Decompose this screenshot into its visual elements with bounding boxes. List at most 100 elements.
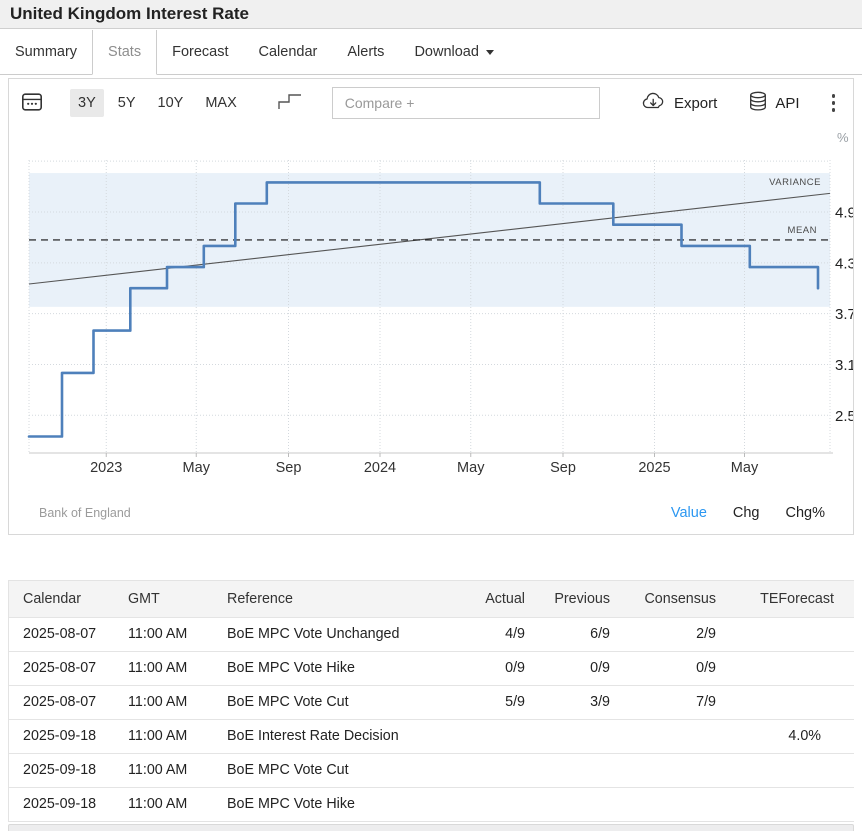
cell-previous <box>531 719 616 753</box>
database-icon <box>749 91 775 116</box>
cell-calendar: 2025-09-18 <box>9 787 122 821</box>
chart-panel: 3Y 5Y 10Y MAX Export <box>8 78 854 535</box>
cell-gmt: 11:00 AM <box>122 617 221 651</box>
cell-consensus: 2/9 <box>616 617 722 651</box>
cell-previous: 6/9 <box>531 617 616 651</box>
export-button[interactable]: Export <box>641 92 717 115</box>
svg-text:2023: 2023 <box>90 460 122 476</box>
source-attribution: Bank of England <box>39 506 131 520</box>
api-button[interactable]: API <box>749 91 799 116</box>
cell-consensus: 0/9 <box>616 651 722 685</box>
table-row[interactable]: 2025-08-0711:00 AMBoE MPC Vote Hike0/90/… <box>9 651 854 685</box>
column-header-teforecast: TEForecast <box>722 581 854 617</box>
next-section-strip <box>8 824 854 831</box>
cell-reference: BoE Interest Rate Decision <box>221 719 467 753</box>
chart-plot[interactable]: VARIANCE MEAN 2023 May Sep 2024 May Sep 2025 May 2… <box>9 127 853 534</box>
cell-reference: BoE MPC Vote Hike <box>221 787 467 821</box>
title-bar: United Kingdom Interest Rate <box>0 0 862 29</box>
tab-download[interactable]: Download <box>399 30 509 74</box>
svg-text:4.3: 4.3 <box>835 255 853 272</box>
range-button-max[interactable]: MAX <box>197 89 244 117</box>
date-range-calendar-button[interactable] <box>17 88 47 118</box>
compare-input[interactable] <box>332 87 600 119</box>
svg-text:May: May <box>183 460 211 476</box>
cell-previous <box>531 787 616 821</box>
cell-teforecast <box>722 651 854 685</box>
svg-text:May: May <box>457 460 485 476</box>
svg-text:2024: 2024 <box>364 460 396 476</box>
column-header-calendar: Calendar <box>9 581 122 617</box>
range-button-10y[interactable]: 10Y <box>150 89 192 117</box>
chart-type-button[interactable] <box>274 90 306 116</box>
tab-alerts[interactable]: Alerts <box>332 30 399 74</box>
calendar-table-panel: Calendar GMT Reference Actual Previous C… <box>8 580 854 822</box>
cell-actual <box>467 719 531 753</box>
chg-link[interactable]: Chg <box>733 505 760 521</box>
cell-actual <box>467 787 531 821</box>
svg-text:2.5: 2.5 <box>835 408 853 425</box>
cell-actual: 0/9 <box>467 651 531 685</box>
table-row[interactable]: 2025-08-0711:00 AMBoE MPC Vote Cut5/93/9… <box>9 685 854 719</box>
cell-actual <box>467 753 531 787</box>
svg-text:Sep: Sep <box>550 460 576 476</box>
tab-bar: Summary Stats Forecast Calendar Alerts D… <box>0 30 862 75</box>
cell-consensus: 7/9 <box>616 685 722 719</box>
chevron-down-icon <box>486 50 494 55</box>
svg-text:MEAN: MEAN <box>788 225 817 236</box>
calendar-table: Calendar GMT Reference Actual Previous C… <box>9 581 854 821</box>
cell-previous: 0/9 <box>531 651 616 685</box>
cell-calendar: 2025-09-18 <box>9 753 122 787</box>
table-row[interactable]: 2025-09-1811:00 AMBoE Interest Rate Deci… <box>9 719 854 753</box>
cell-teforecast <box>722 685 854 719</box>
svg-text:May: May <box>731 460 759 476</box>
svg-text:VARIANCE: VARIANCE <box>769 177 821 188</box>
cell-calendar: 2025-09-18 <box>9 719 122 753</box>
cell-reference: BoE MPC Vote Unchanged <box>221 617 467 651</box>
column-header-consensus: Consensus <box>616 581 722 617</box>
step-line-icon <box>277 92 303 115</box>
cell-reference: BoE MPC Vote Cut <box>221 753 467 787</box>
tab-forecast[interactable]: Forecast <box>157 30 243 74</box>
cell-previous: 3/9 <box>531 685 616 719</box>
cell-calendar: 2025-08-07 <box>9 685 122 719</box>
chg-percent-link[interactable]: Chg% <box>786 505 826 521</box>
cell-teforecast <box>722 617 854 651</box>
footer-links: Value Chg Chg% <box>645 505 825 521</box>
cell-teforecast <box>722 753 854 787</box>
kebab-menu-icon[interactable] <box>826 90 842 115</box>
svg-text:2025: 2025 <box>638 460 670 476</box>
cell-reference: BoE MPC Vote Hike <box>221 651 467 685</box>
range-button-3y[interactable]: 3Y <box>70 89 104 117</box>
svg-text:3.1: 3.1 <box>835 357 853 374</box>
tab-summary[interactable]: Summary <box>0 30 92 74</box>
column-header-reference: Reference <box>221 581 467 617</box>
cell-calendar: 2025-08-07 <box>9 651 122 685</box>
cell-reference: BoE MPC Vote Cut <box>221 685 467 719</box>
cell-consensus <box>616 753 722 787</box>
cloud-download-icon <box>641 92 674 115</box>
table-row[interactable]: 2025-09-1811:00 AMBoE MPC Vote Cut <box>9 753 854 787</box>
range-button-5y[interactable]: 5Y <box>110 89 144 117</box>
svg-text:Sep: Sep <box>276 460 302 476</box>
cell-gmt: 11:00 AM <box>122 685 221 719</box>
cell-actual: 5/9 <box>467 685 531 719</box>
table-header-row: Calendar GMT Reference Actual Previous C… <box>9 581 854 617</box>
cell-actual: 4/9 <box>467 617 531 651</box>
chart-toolbar: 3Y 5Y 10Y MAX Export <box>9 79 853 127</box>
toolbar-right-group: Export API <box>641 90 841 115</box>
page-title: United Kingdom Interest Rate <box>0 0 862 28</box>
tab-stats[interactable]: Stats <box>92 30 157 75</box>
table-row[interactable]: 2025-08-0711:00 AMBoE MPC Vote Unchanged… <box>9 617 854 651</box>
cell-consensus <box>616 719 722 753</box>
svg-text:%: % <box>837 130 849 145</box>
cell-gmt: 11:00 AM <box>122 787 221 821</box>
svg-text:3.7: 3.7 <box>835 306 853 323</box>
table-row[interactable]: 2025-09-1811:00 AMBoE MPC Vote Hike <box>9 787 854 821</box>
column-header-gmt: GMT <box>122 581 221 617</box>
tab-calendar[interactable]: Calendar <box>244 30 333 74</box>
cell-calendar: 2025-08-07 <box>9 617 122 651</box>
cell-gmt: 11:00 AM <box>122 753 221 787</box>
value-link[interactable]: Value <box>671 505 707 521</box>
svg-text:4.9: 4.9 <box>835 205 853 222</box>
column-header-previous: Previous <box>531 581 616 617</box>
